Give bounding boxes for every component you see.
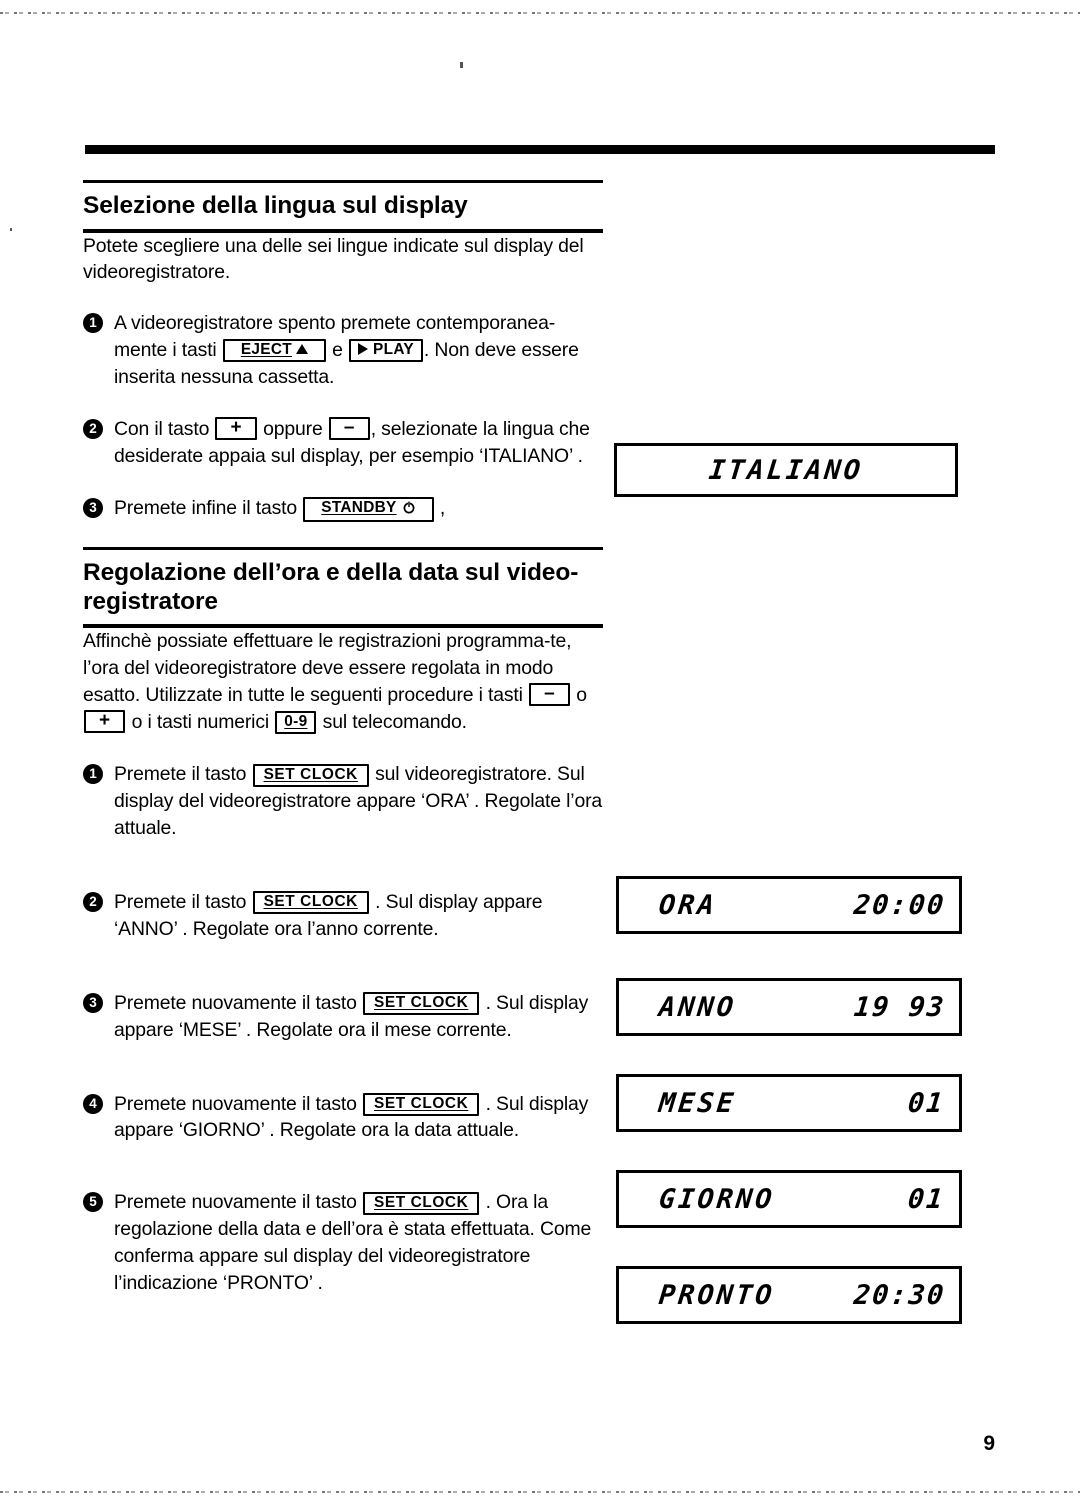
set-clock-button[interactable]: SET CLOCK — [363, 1191, 480, 1215]
set-clock-button[interactable]: SET CLOCK — [363, 1093, 480, 1117]
step-text-b: e — [326, 338, 349, 361]
intro-text-b: o — [570, 683, 587, 706]
list-item: 2 Con il tasto + oppure –, selezionate l… — [83, 416, 603, 470]
vcr-display-anno: ANNO 19 93 — [616, 978, 962, 1036]
power-standby-icon — [402, 500, 416, 519]
heading-rule-top — [83, 547, 603, 551]
page-top-rule — [85, 145, 995, 154]
eject-button[interactable]: EJECT — [222, 339, 326, 363]
step-text-a: Premete nuovamente il tasto — [114, 1191, 363, 1214]
plus-button[interactable]: + — [84, 710, 126, 734]
step-text-a: Premete nuovamente il tasto — [114, 991, 363, 1014]
set-clock-button[interactable]: SET CLOCK — [252, 763, 369, 787]
plus-button[interactable]: + — [215, 417, 257, 441]
display-value-pronto: 20:30 — [852, 1279, 947, 1311]
scan-speck — [10, 228, 12, 231]
step-number-badge: 2 — [83, 418, 103, 439]
step-text-a: Premete il tasto — [114, 890, 252, 913]
page-title-lingua: Selezione della lingua sul display — [83, 192, 468, 219]
step-number-badge: 1 — [83, 764, 103, 785]
step-text: A videoregistratore spento premete conte… — [114, 312, 579, 388]
eject-label: EJECT — [240, 341, 292, 359]
step-text-a: Premete il tasto — [114, 763, 252, 786]
page-title-ora: Regolazione dell’ora e della data sul vi… — [83, 559, 579, 615]
step-number-badge: 3 — [83, 992, 103, 1013]
section-ora-heading: Regolazione dell’ora e della data sul vi… — [83, 547, 603, 629]
step-number-badge: 4 — [83, 1093, 103, 1114]
list-item: 2 Premete il tasto SET CLOCK . Sul displ… — [83, 889, 603, 943]
scan-artifact-bottom — [0, 1491, 1080, 1493]
step-number-badge: 3 — [83, 497, 103, 518]
step-text-b: oppure — [257, 417, 328, 440]
minus-button[interactable]: – — [529, 683, 570, 707]
display-label-ora: ORA — [657, 889, 719, 921]
list-item: 5 Premete nuovamente il tasto SET CLOCK … — [83, 1189, 603, 1297]
display-row: MESE 01 — [619, 1088, 959, 1119]
display-label-mese: MESE — [657, 1087, 738, 1119]
standby-label: STANDBY — [321, 499, 397, 517]
manual-page: Selezione della lingua sul display Potet… — [0, 0, 1080, 1509]
intro-text-c: o i tasti numerici — [126, 710, 275, 733]
list-item: 4 Premete nuovamente il tasto SET CLOCK … — [83, 1091, 603, 1145]
intro-paragraph-ora: Affinchè possiate effettuare le registra… — [83, 628, 603, 735]
standby-button[interactable]: STANDBY — [303, 497, 434, 523]
step-number-badge: 2 — [83, 891, 103, 912]
display-value-mese: 01 — [906, 1087, 947, 1119]
vcr-display-giorno: GIORNO 01 — [616, 1170, 962, 1228]
page-number: 9 — [983, 1432, 995, 1455]
step-text: Premete nuovamente il tasto SET CLOCK . … — [114, 1093, 588, 1142]
display-row: PRONTO 20:30 — [619, 1280, 959, 1311]
step-number-badge: 1 — [83, 313, 103, 334]
content-column: Selezione della lingua sul display Potet… — [83, 180, 603, 1297]
display-label-giorno: GIORNO — [657, 1183, 777, 1215]
step-text: Premete nuovamente il tasto SET CLOCK . … — [114, 1191, 591, 1294]
play-button[interactable]: PLAY — [349, 339, 423, 363]
play-label: PLAY — [373, 341, 414, 359]
display-row: ORA 20:00 — [619, 890, 959, 921]
intro-paragraph-lingua: Potete scegliere una delle sei lingue in… — [83, 234, 584, 284]
display-value-giorno: 01 — [906, 1183, 947, 1215]
step-text: Premete il tasto SET CLOCK sul videoregi… — [114, 763, 602, 839]
vcr-display-pronto: PRONTO 20:30 — [616, 1266, 962, 1324]
display-value-anno: 19 93 — [852, 991, 947, 1023]
section-lingua-heading: Selezione della lingua sul display — [83, 180, 603, 233]
set-clock-button[interactable]: SET CLOCK — [252, 891, 369, 915]
vcr-display-mese: MESE 01 — [616, 1074, 962, 1132]
step-text: Premete infine il tasto STANDBY , — [114, 496, 446, 523]
display-text-lingua: ITALIANO — [707, 454, 865, 486]
intro-text-a: Affinchè possiate effettuare le registra… — [83, 630, 572, 706]
step-text-a: Con il tasto — [114, 417, 215, 440]
vcr-display-ora: ORA 20:00 — [616, 876, 962, 934]
step-number-badge: 5 — [83, 1192, 103, 1213]
step-text: Premete nuovamente il tasto SET CLOCK . … — [114, 992, 588, 1041]
step-text-b: , — [434, 496, 446, 519]
list-item: 1 Premete il tasto SET CLOCK sul videore… — [83, 761, 603, 842]
display-label-pronto: PRONTO — [657, 1279, 777, 1311]
set-clock-button[interactable]: SET CLOCK — [363, 992, 480, 1016]
numeric-keys-button[interactable]: 0-9 — [275, 711, 317, 735]
step-text-a: Premete nuovamente il tasto — [114, 1092, 363, 1115]
display-row: ANNO 19 93 — [619, 992, 959, 1023]
play-triangle-right-icon — [358, 343, 369, 356]
heading-rule-top — [83, 180, 603, 183]
steps-ora: 1 Premete il tasto SET CLOCK sul videore… — [83, 761, 603, 1297]
steps-lingua: 1 A videoregistratore spento premete con… — [83, 310, 603, 523]
display-row: GIORNO 01 — [619, 1184, 959, 1215]
vcr-display-lingua: ITALIANO — [614, 443, 958, 497]
intro-text-d: sul telecomando. — [317, 710, 467, 733]
minus-button[interactable]: – — [328, 417, 370, 441]
eject-triangle-up-icon — [295, 344, 308, 355]
scan-artifact-top — [0, 12, 1080, 14]
display-label-anno: ANNO — [657, 991, 738, 1023]
list-item: 1 A videoregistratore spento premete con… — [83, 310, 603, 391]
step-text-a: Premete infine il tasto — [114, 496, 303, 519]
step-text: Con il tasto + oppure –, selezionate la … — [114, 417, 590, 467]
list-item: 3 Premete infine il tasto STANDBY , — [83, 495, 603, 523]
list-item: 3 Premete nuovamente il tasto SET CLOCK … — [83, 990, 603, 1044]
display-value-ora: 20:00 — [852, 889, 947, 921]
scan-speck — [460, 62, 463, 68]
step-text: Premete il tasto SET CLOCK . Sul display… — [114, 890, 543, 940]
